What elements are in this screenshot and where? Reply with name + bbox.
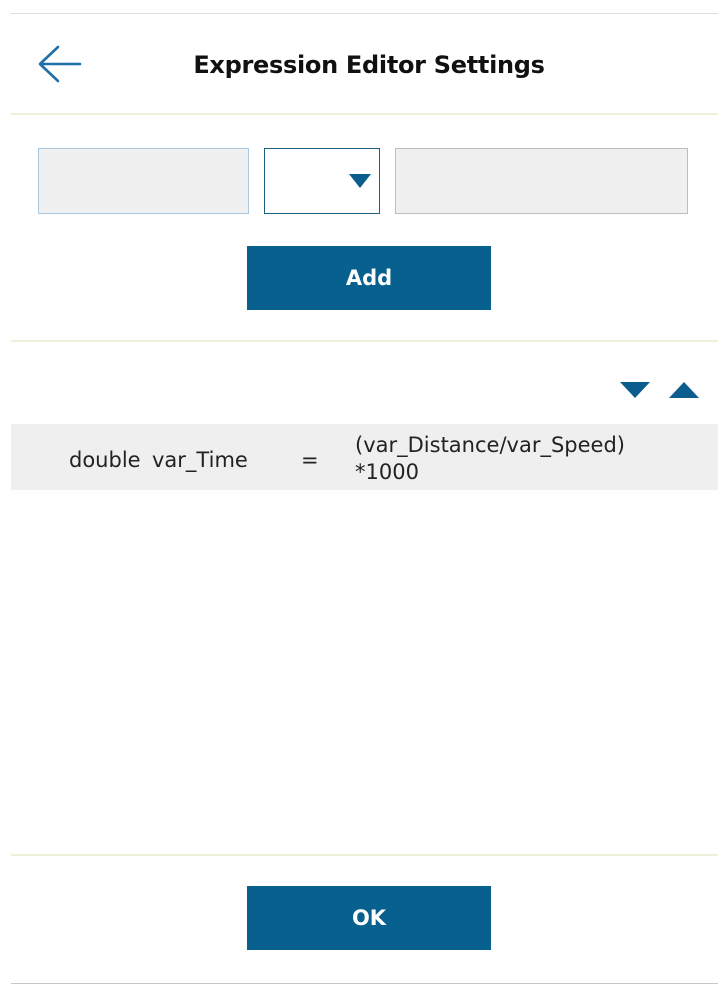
expression-operator: = (301, 448, 319, 472)
expression-row[interactable]: double var_Time = (var_Distance/var_Spee… (11, 424, 718, 490)
left-operand-field[interactable] (38, 148, 249, 214)
page-title: Expression Editor Settings (193, 51, 545, 79)
expression-type: double (69, 448, 141, 472)
expression-formula-line-1: (var_Distance/var_Speed) (355, 433, 625, 457)
add-button[interactable]: Add (247, 246, 491, 310)
caret-down-icon (349, 174, 371, 188)
left-operand-input[interactable] (39, 149, 248, 213)
triangle-up-icon[interactable] (669, 382, 699, 398)
ok-button[interactable]: OK (247, 886, 491, 950)
header-divider (11, 113, 718, 115)
right-operand-field[interactable] (395, 148, 688, 214)
expression-editor-settings-page: Expression Editor Settings Add double va… (0, 0, 718, 985)
form-divider (11, 340, 718, 342)
expression-formula: (var_Distance/var_Speed) *1000 (355, 432, 695, 486)
footer-divider (11, 854, 718, 856)
bottom-border (11, 983, 718, 984)
expression-variable: var_Time (152, 448, 248, 472)
triangle-down-icon[interactable] (620, 382, 650, 398)
expression-formula-line-2: *1000 (355, 460, 419, 484)
header: Expression Editor Settings (0, 14, 718, 114)
operator-dropdown[interactable] (264, 148, 380, 214)
right-operand-input[interactable] (396, 149, 687, 213)
